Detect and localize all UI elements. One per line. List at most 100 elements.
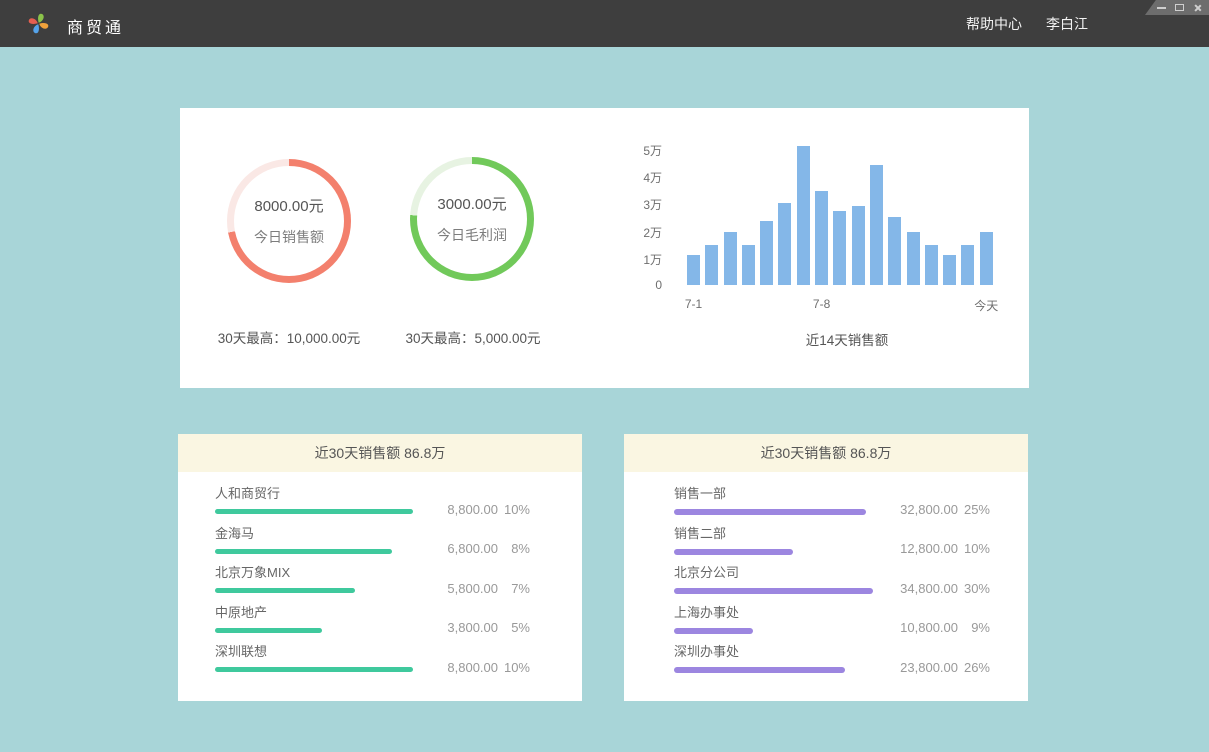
rank-row-amount: 10,800.00 [888, 620, 958, 635]
rank-row-percent: 10% [498, 660, 530, 675]
daily-sales-bar [815, 191, 828, 285]
rank-row-amount: 23,800.00 [888, 660, 958, 675]
rank-row-bar [674, 588, 873, 594]
rank-row-name: 销售一部 [674, 486, 990, 502]
pinwheel-logo-icon [26, 11, 51, 36]
bar-chart-title: 近14天销售额 [694, 329, 1000, 349]
rank-row-values: 5,800.007% [428, 581, 530, 596]
today-overview-card: 8000.00元 今日销售额 30天最高：10,000.00元 3000.00元… [180, 108, 1029, 388]
rank-card-title: 近30天销售额 86.8万 [178, 434, 582, 472]
rank-row-name: 深圳联想 [215, 644, 530, 660]
y-axis-tick-label: 5万 [643, 142, 662, 159]
y-axis-tick-label: 3万 [643, 196, 662, 213]
rank-row: 销售二部12,800.0010% [624, 526, 1028, 566]
daily-sales-bar [980, 232, 993, 285]
help-center-menu-item[interactable]: 帮助中心 [966, 14, 1022, 34]
ring-text: 8000.00元 今日销售额 [227, 159, 351, 283]
daily-sales-bar [705, 245, 718, 285]
rank-row-bar [674, 667, 845, 673]
titlebar: 商贸通 帮助中心 李白江 [0, 0, 1209, 47]
rank-row: 北京万象MIX5,800.007% [178, 565, 582, 605]
today-profit-value: 3000.00元 [437, 193, 506, 214]
rank-card-title: 近30天销售额 86.8万 [624, 434, 1028, 472]
rank-row-bar [674, 509, 866, 515]
window-controls [1145, 0, 1209, 15]
rank-row-bar [215, 549, 392, 554]
rank-row: 销售一部32,800.0025% [624, 486, 1028, 526]
rank-row-values: 8,800.0010% [428, 502, 530, 517]
customer-sales-rank-card: 近30天销售额 86.8万 人和商贸行8,800.0010%金海马6,800.0… [178, 434, 582, 701]
rank-row-amount: 32,800.00 [888, 502, 958, 517]
rank-row-values: 8,800.0010% [428, 660, 530, 675]
today-sales-label: 今日销售额 [254, 227, 324, 247]
rank-row-values: 6,800.008% [428, 541, 530, 556]
rank-row: 深圳办事处23,800.0026% [624, 644, 1028, 684]
rank-row-amount: 34,800.00 [888, 581, 958, 596]
department-sales-rank-card: 近30天销售额 86.8万 销售一部32,800.0025%销售二部12,800… [624, 434, 1028, 701]
rank-row: 上海办事处10,800.009% [624, 605, 1028, 645]
today-sales-value: 8000.00元 [254, 195, 323, 216]
profit-30d-max-text: 30天最高：5,000.00元 [353, 327, 593, 347]
rank-row-list: 销售一部32,800.0025%销售二部12,800.0010%北京分公司34,… [624, 472, 1028, 684]
daily-sales-bar [760, 221, 773, 285]
rank-row-name: 北京分公司 [674, 565, 990, 581]
daily-sales-bar [724, 232, 737, 285]
today-profit-label: 今日毛利润 [437, 225, 507, 245]
rank-row-bar [215, 509, 413, 514]
x-axis-tick-label: 7-8 [813, 297, 830, 311]
rank-row-percent: 10% [498, 502, 530, 517]
daily-sales-bar [778, 203, 791, 285]
rank-row-bar [215, 628, 322, 633]
rank-row-values: 34,800.0030% [888, 581, 990, 596]
daily-sales-bar [742, 245, 755, 285]
rank-row-bar [215, 588, 355, 593]
rank-row-name: 人和商贸行 [215, 486, 530, 502]
y-axis-tick-label: 4万 [643, 169, 662, 186]
daily-sales-bar [925, 245, 938, 285]
sales-14d-bar-chart [687, 140, 993, 285]
rank-row-name: 金海马 [215, 526, 530, 542]
rank-row-amount: 12,800.00 [888, 541, 958, 556]
rank-row-values: 32,800.0025% [888, 502, 990, 517]
rank-row-list: 人和商贸行8,800.0010%金海马6,800.008%北京万象MIX5,80… [178, 472, 582, 684]
rank-row-name: 北京万象MIX [215, 565, 530, 581]
rank-row-bar [215, 667, 413, 672]
app-title: 商贸通 [67, 14, 124, 38]
rank-row-name: 深圳办事处 [674, 644, 990, 660]
rank-row-percent: 26% [958, 660, 990, 675]
user-menu-item[interactable]: 李白江 [1046, 14, 1088, 34]
x-axis-tick-label: 今天 [974, 297, 998, 314]
minimize-icon[interactable] [1157, 7, 1166, 9]
daily-sales-bar [870, 165, 883, 285]
rank-row-name: 中原地产 [215, 605, 530, 621]
y-axis-tick-label: 0 [655, 278, 662, 292]
today-profit-ring-chart: 3000.00元 今日毛利润 [410, 157, 534, 281]
rank-row-percent: 5% [498, 620, 530, 635]
rank-row: 深圳联想8,800.0010% [178, 644, 582, 684]
titlebar-menu: 帮助中心 李白江 [966, 0, 1088, 47]
x-axis-tick-label: 7-1 [685, 297, 702, 311]
maximize-icon[interactable] [1175, 4, 1184, 11]
daily-sales-bar [943, 255, 956, 285]
daily-sales-bar [852, 206, 865, 285]
rank-row-amount: 3,800.00 [428, 620, 498, 635]
rank-row-bar [674, 628, 753, 634]
rank-row-amount: 6,800.00 [428, 541, 498, 556]
rank-row: 人和商贸行8,800.0010% [178, 486, 582, 526]
today-sales-ring-chart: 8000.00元 今日销售额 [227, 159, 351, 283]
daily-sales-bar [961, 245, 974, 285]
rank-row-percent: 30% [958, 581, 990, 596]
rank-row: 中原地产3,800.005% [178, 605, 582, 645]
rank-row: 金海马6,800.008% [178, 526, 582, 566]
y-axis-tick-label: 2万 [643, 224, 662, 241]
close-icon[interactable] [1193, 4, 1201, 12]
rank-row-percent: 9% [958, 620, 990, 635]
rank-row-amount: 8,800.00 [428, 502, 498, 517]
rank-row-name: 销售二部 [674, 526, 990, 542]
rank-row-bar [674, 549, 793, 555]
daily-sales-bar [888, 217, 901, 285]
rank-row-amount: 8,800.00 [428, 660, 498, 675]
rank-row-values: 23,800.0026% [888, 660, 990, 675]
rank-row-percent: 10% [958, 541, 990, 556]
rank-row-percent: 25% [958, 502, 990, 517]
